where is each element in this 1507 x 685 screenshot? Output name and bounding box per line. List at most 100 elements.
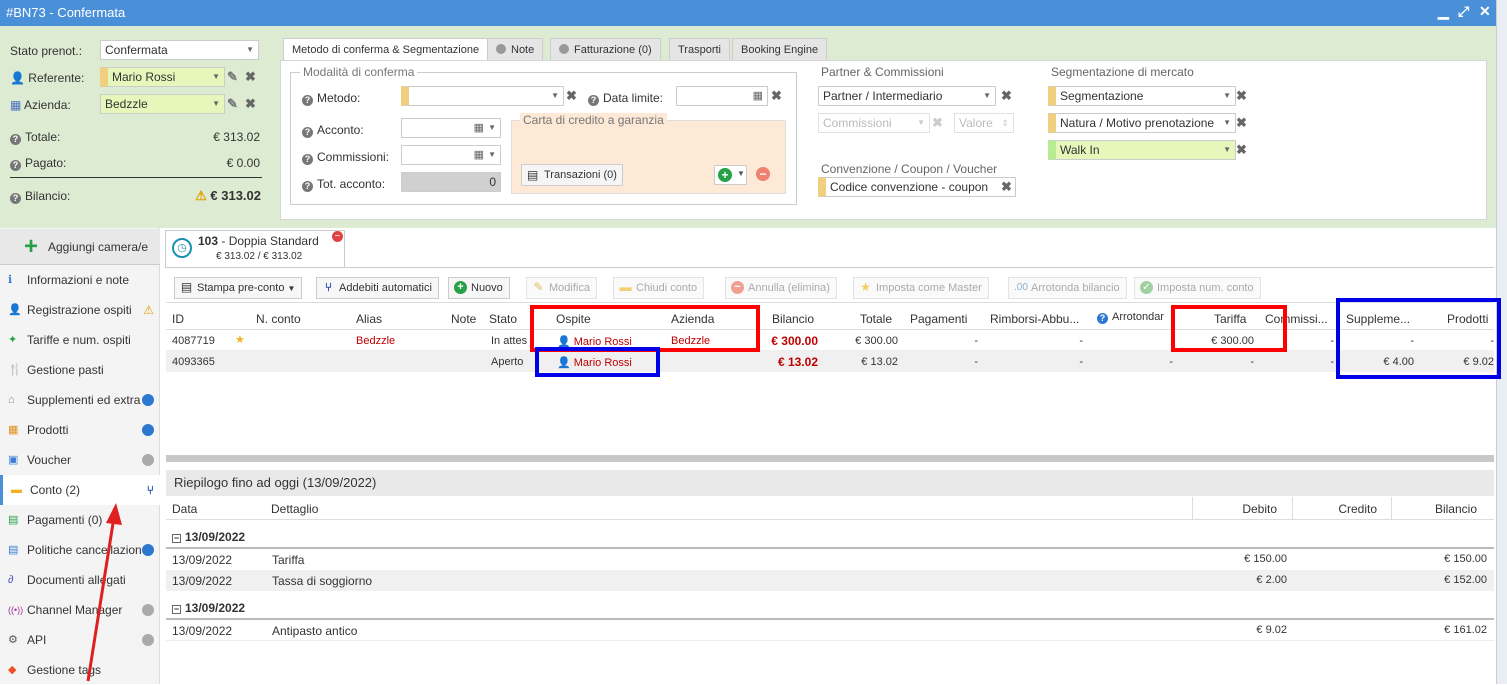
transazioni-button[interactable]: ▤ Transazioni (0) [521,164,623,186]
remove-card-icon[interactable]: − [756,167,770,181]
tab-booking-engine[interactable]: Booking Engine [732,38,828,60]
recap-col-data[interactable]: Data [172,502,197,516]
sidebar-item-tariffe[interactable]: ✦ Tariffe e num. ospiti [0,325,160,355]
col-rimborsi[interactable]: Rimborsi-Abbu... [990,312,1079,326]
walkin-select[interactable]: Walk In ▼ [1048,140,1236,160]
imposta-num-button[interactable]: ✓ Imposta num. conto [1134,277,1261,299]
recap-col-debito[interactable]: Debito [1196,502,1277,516]
close-icon[interactable]: ✕ [1479,3,1491,20]
sidebar-item-voucher[interactable]: ▣ Voucher [0,445,160,475]
recap-group-header[interactable]: −13/09/2022 [172,601,245,615]
arrotonda-button[interactable]: .00 Arrotonda bilancio [1008,277,1127,299]
acconto-input[interactable]: ▦ ▼ [401,118,501,138]
table-row[interactable] [166,620,1494,641]
sidebar-item-registrazione[interactable]: 👤 Registrazione ospiti ⚠ [0,295,160,325]
horizontal-scrollbar[interactable] [166,455,1494,462]
col-totale[interactable]: Totale [860,312,892,326]
help-icon: ? [302,127,313,138]
annulla-button[interactable]: − Annulla (elimina) [725,277,837,299]
clear-segmentazione-icon[interactable]: ✖ [1236,88,1247,104]
partner-select[interactable]: Partner / Intermediario ▼ [818,86,996,106]
natura-select[interactable]: Natura / Motivo prenotazione ▼ [1048,113,1236,133]
segmentazione-select[interactable]: Segmentazione ▼ [1048,86,1236,106]
sidebar-item-prodotti[interactable]: ▦ Prodotti [0,415,160,445]
commissioni-input[interactable]: ▦ ▼ [401,145,501,165]
data-limite-input[interactable]: ▦ [676,86,768,106]
add-card-button[interactable]: + ▼ [714,165,747,185]
col-pagamenti[interactable]: Pagamenti [910,312,967,326]
calculator-icon: ▦ [473,122,484,134]
row1-pagamenti: - [974,335,978,347]
clear-convenzione-icon[interactable]: ✖ [1001,179,1012,195]
sidebar-item-pasti[interactable]: 🍴 Gestione pasti [0,355,160,385]
metodo-select[interactable]: ▼ [401,86,564,106]
stato-select[interactable]: Confermata ▼ [100,40,259,60]
user-icon: 👤 [10,71,25,85]
recap-col-credito[interactable]: Credito [1296,502,1377,516]
add-room-button[interactable]: + Aggiungi camera/e [0,229,160,265]
help-icon: ? [302,95,313,106]
row2-tariffa: - [1250,356,1254,368]
chiudi-conto-button[interactable]: ▬ Chiudi conto [613,277,705,299]
tab-trasporti[interactable]: Trasporti [669,38,730,60]
clear-referente-icon[interactable]: ✖ [245,69,256,85]
col-bilancio[interactable]: Bilancio [772,312,814,326]
spinner-icon: ⇕ [1001,118,1009,128]
minimize-icon[interactable]: ▁ [1438,3,1449,20]
recap-r3-bilancio: € 161.02 [1444,624,1487,636]
check-icon: ✓ [1140,281,1153,294]
imposta-master-button[interactable]: ★ Imposta come Master [853,277,989,299]
bilancio-label: ? Bilancio: [10,189,70,204]
paperclip-icon: ∂ [8,574,14,586]
clear-azienda-icon[interactable]: ✖ [245,96,256,112]
help-icon: ? [588,95,599,106]
chevron-down-icon: ▼ [246,45,254,54]
clear-commissioni-icon: ✖ [932,115,943,130]
tab-note[interactable]: Note [487,38,544,60]
totale-label: ? Totale: [10,130,60,145]
col-note[interactable]: Note [451,312,476,326]
clear-metodo-icon[interactable]: ✖ [566,88,577,104]
addebiti-button[interactable]: ⑂ Addebiti automatici [316,277,439,299]
carta-legend: Carta di credito a garanzia [520,113,667,127]
azienda-select[interactable]: Bedzzle ▼ [100,94,225,114]
maximize-icon[interactable]: ⤢ [1458,3,1469,20]
referente-select[interactable]: Mario Rossi ▼ [100,67,225,87]
tab-fatturazione[interactable]: Fatturazione (0) [550,38,661,60]
table-row[interactable] [166,549,1494,570]
pagato-label: ? Pagato: [10,156,66,171]
recap-header-row [166,497,1494,520]
clear-walkin-icon[interactable]: ✖ [1236,142,1247,158]
row2-arrotonda: - [1169,356,1173,368]
edit-referente-icon[interactable]: ✎ [227,69,238,85]
sidebar-item-supplementi[interactable]: ⌂ Supplementi ed extra [0,385,160,415]
col-arrotonda[interactable]: ? Arrotondar [1097,311,1164,324]
tab-metodo-conferma[interactable]: Metodo di conferma & Segmentazione [283,38,489,61]
col-n-conto[interactable]: N. conto [256,312,301,326]
convenzione-input[interactable]: Codice convenzione - coupon [818,177,1016,197]
clear-natura-icon[interactable]: ✖ [1236,115,1247,131]
edit-azienda-icon[interactable]: ✎ [227,96,238,112]
col-id[interactable]: ID [172,312,184,326]
clear-partner-icon[interactable]: ✖ [1001,88,1012,104]
recap-col-bilancio[interactable]: Bilancio [1396,502,1477,516]
col-alias[interactable]: Alias [356,312,382,326]
modifica-button[interactable]: ✎ Modifica [526,277,597,299]
close-room-icon[interactable]: − [332,231,343,242]
status-dot-icon [496,44,506,54]
col-stato[interactable]: Stato [489,312,517,326]
recap-col-dettaglio[interactable]: Dettaglio [271,502,318,516]
recap-r2-dettaglio: Tassa di soggiorno [272,574,373,588]
convenzione-title: Convenzione / Coupon / Voucher [821,162,998,176]
clear-data-limite-icon[interactable]: ✖ [771,88,782,104]
recap-r3-data: 13/09/2022 [172,624,233,638]
nuovo-button[interactable]: + Nuovo [448,277,510,299]
status-dot-icon [142,454,154,466]
help-icon: ? [10,134,21,145]
room-tab[interactable]: ◷ 103 - Doppia Standard € 313.02 / € 313… [165,230,345,268]
stampa-preconto-button[interactable]: ▤ Stampa pre-conto ▼ [174,277,303,299]
gear-icon: ⚙ [8,634,18,646]
referente-label: 👤 Referente: [10,71,85,85]
recap-group-header[interactable]: −13/09/2022 [172,530,245,544]
sidebar-item-informazioni[interactable]: ℹ Informazioni e note [0,265,160,295]
